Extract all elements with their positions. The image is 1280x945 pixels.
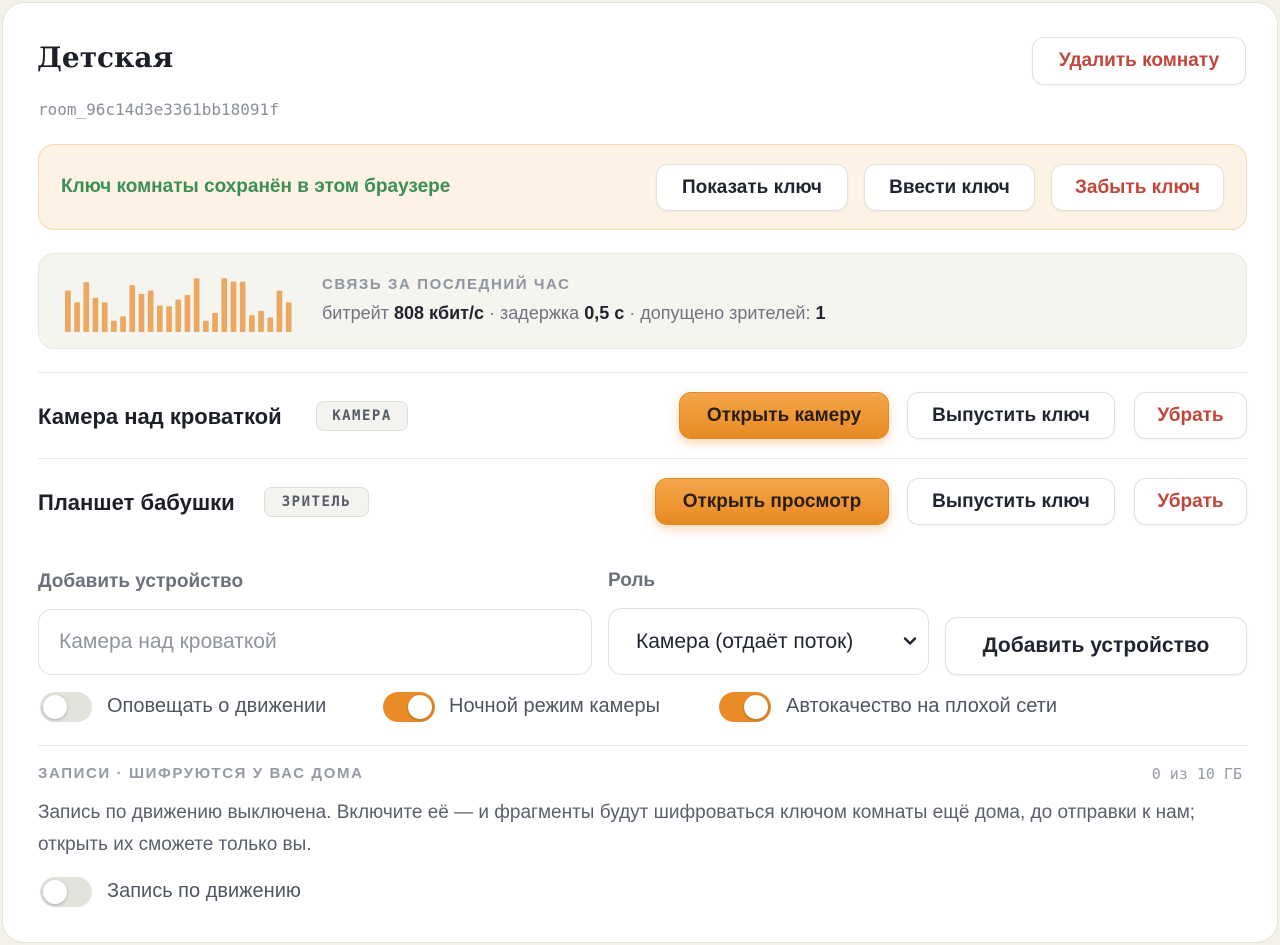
motion-recording-toggle[interactable] xyxy=(40,877,92,907)
toggle-knob xyxy=(43,695,67,719)
sparkline-bar xyxy=(83,282,90,332)
sparkline-bar xyxy=(111,320,117,332)
room-id: room_96c14d3e3361bb18091f xyxy=(38,100,279,119)
auto-quality-label: Автокачество на плохой сети xyxy=(786,695,1058,717)
device-name-input[interactable] xyxy=(38,609,592,675)
enter-key-button[interactable]: Ввести ключ xyxy=(864,164,1035,211)
delete-room-button[interactable]: Удалить комнату xyxy=(1032,37,1246,85)
sparkline-bar xyxy=(92,297,99,332)
sparkline-bar xyxy=(258,310,264,332)
role-label: Роль xyxy=(608,570,656,591)
sparkline-bar xyxy=(147,290,154,332)
sparkline-bar xyxy=(230,281,237,332)
show-key-button[interactable]: Показать ключ xyxy=(656,164,848,211)
latency-value: 0,5 с xyxy=(584,303,625,323)
viewers-value: 1 xyxy=(815,303,826,323)
sparkline-bar xyxy=(157,305,163,332)
motion-recording-label: Запись по движению xyxy=(107,880,301,902)
sparkline-bar xyxy=(184,295,191,332)
sparkline-bar xyxy=(239,281,246,332)
night-mode-toggle[interactable] xyxy=(383,692,435,722)
divider xyxy=(38,745,1247,746)
divider xyxy=(38,372,1247,373)
sparkline-bar xyxy=(267,317,274,332)
sparkline-bar xyxy=(166,306,172,332)
recordings-heading: ЗАПИСИ · ШИФРУЮТСЯ У ВАС ДОМА xyxy=(38,765,364,782)
room-card: Детская room_96c14d3e3361bb18091f Удалит… xyxy=(2,2,1278,943)
motion-alerts-label: Оповещать о движении xyxy=(107,695,327,717)
separator: · xyxy=(629,303,636,323)
latency-label: задержка xyxy=(500,303,580,323)
add-device-label: Добавить устройство xyxy=(38,571,244,592)
sparkline-bar xyxy=(74,302,80,332)
toggle-knob xyxy=(43,880,67,904)
bitrate-sparkline xyxy=(65,278,292,332)
issue-key-button[interactable]: Выпустить ключ xyxy=(907,478,1115,525)
bitrate-value: 808 кбит/с xyxy=(393,303,485,323)
sparkline-bar xyxy=(221,278,228,332)
motion-alerts-toggle[interactable] xyxy=(40,692,92,722)
sparkline-bar xyxy=(65,290,71,332)
device-role-badge: ЗРИТЕЛЬ xyxy=(264,487,369,517)
sparkline-bar xyxy=(138,293,145,332)
recordings-description: Запись по движению выключена. Включите е… xyxy=(38,802,1196,855)
device-name: Планшет бабушки xyxy=(38,490,235,515)
stats-line: битрейт 808 кбит/с · задержка 0,5 с · до… xyxy=(322,303,825,324)
device-name: Камера над кроваткой xyxy=(38,404,282,429)
auto-quality-toggle[interactable] xyxy=(719,692,771,722)
chevron-down-icon xyxy=(903,637,917,645)
sparkline-bar xyxy=(203,320,209,332)
sparkline-bar xyxy=(285,302,292,332)
remove-device-button[interactable]: Убрать xyxy=(1134,392,1247,439)
open-camera-button[interactable]: Открыть камеру xyxy=(679,392,889,439)
open-viewer-button[interactable]: Открыть просмотр xyxy=(655,478,889,525)
toggle-knob xyxy=(744,695,768,719)
bitrate-label: битрейт xyxy=(322,303,389,323)
role-select-value: Камера (отдаёт поток) xyxy=(636,629,854,653)
add-device-button[interactable]: Добавить устройство xyxy=(945,617,1247,675)
sparkline-bar xyxy=(276,290,283,332)
storage-usage: 0 из 10 ГБ xyxy=(1151,765,1242,783)
sparkline-bar xyxy=(175,299,182,332)
separator: · xyxy=(489,303,496,323)
key-status-message: Ключ комнаты сохранён в этом браузере xyxy=(61,176,451,197)
stats-heading: СВЯЗЬ ЗА ПОСЛЕДНИЙ ЧАС xyxy=(322,276,571,293)
viewers-label: допущено зрителей: xyxy=(640,303,811,323)
issue-key-button[interactable]: Выпустить ключ xyxy=(907,392,1115,439)
sparkline-bar xyxy=(101,302,108,332)
room-title: Детская xyxy=(37,41,174,74)
room-key-notice: Ключ комнаты сохранён в этом браузере По… xyxy=(38,144,1247,230)
forget-key-button[interactable]: Забыть ключ xyxy=(1051,164,1224,211)
divider xyxy=(38,458,1247,459)
sparkline-bar xyxy=(212,312,218,332)
remove-device-button[interactable]: Убрать xyxy=(1134,478,1247,525)
sparkline-bar xyxy=(249,315,255,332)
sparkline-bar xyxy=(193,278,200,332)
toggle-knob xyxy=(408,695,432,719)
connection-stats: СВЯЗЬ ЗА ПОСЛЕДНИЙ ЧАС битрейт 808 кбит/… xyxy=(38,253,1247,349)
sparkline-bar xyxy=(129,284,136,332)
night-mode-label: Ночной режим камеры xyxy=(449,695,661,717)
role-select[interactable]: Камера (отдаёт поток) xyxy=(608,608,929,675)
device-role-badge: КАМЕРА xyxy=(316,401,408,431)
sparkline-bar xyxy=(120,316,126,332)
